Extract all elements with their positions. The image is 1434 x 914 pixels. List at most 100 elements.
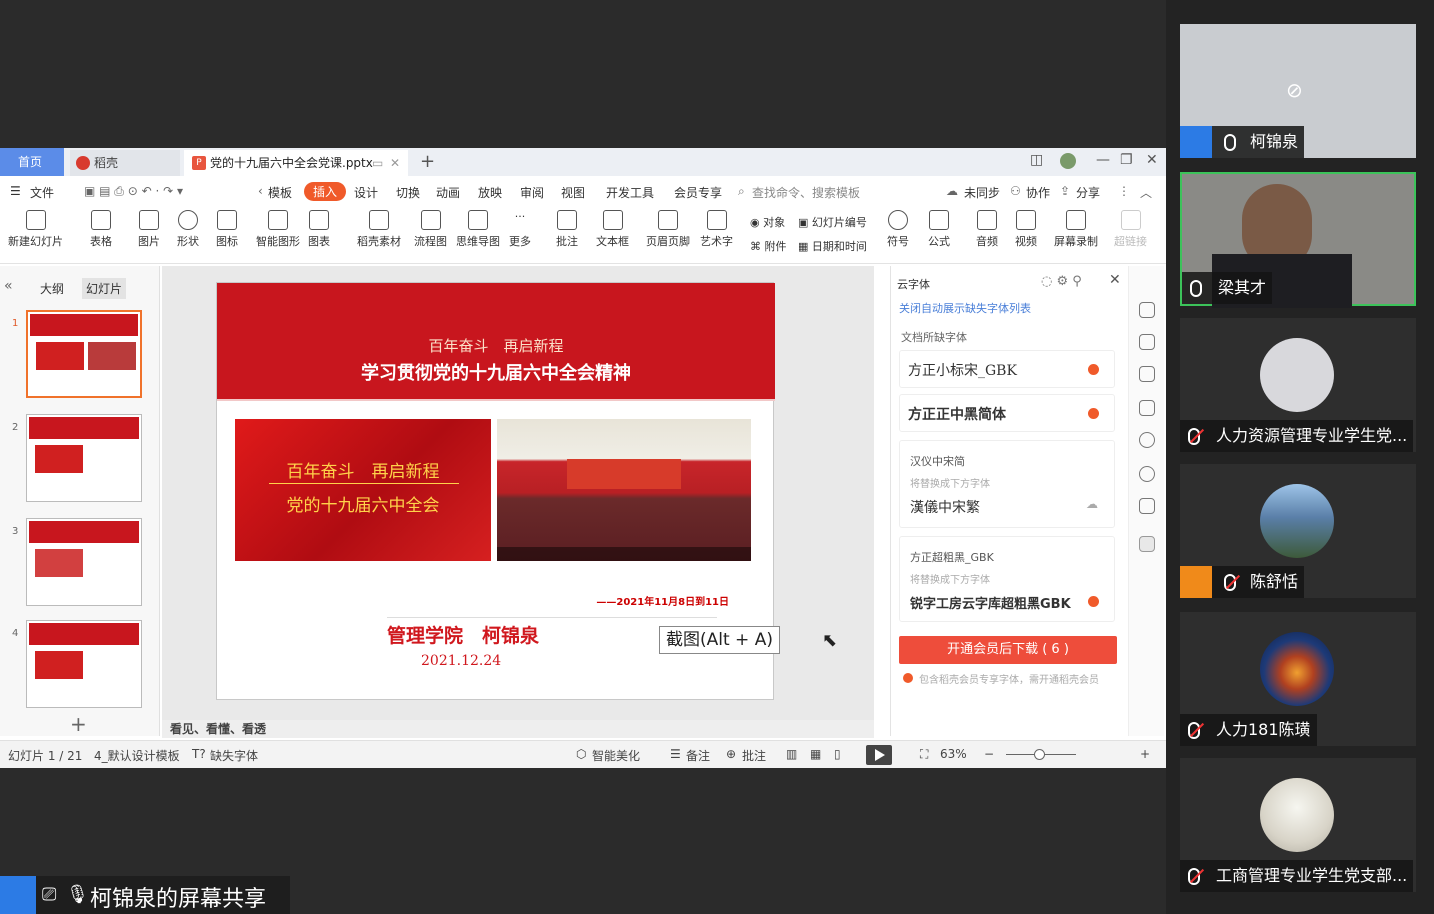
screen-record-button[interactable]: 屏幕录制 xyxy=(1054,210,1098,249)
new-tab-icon[interactable]: + xyxy=(420,151,435,172)
font-replace-item[interactable]: 汉仪中宋简 将替换成下方字体 漢儀中宋繁 ☁ xyxy=(899,440,1115,528)
menu-insert[interactable]: 插入 xyxy=(304,182,347,201)
attachment-button[interactable]: ⌘ 附件 xyxy=(750,238,787,254)
shape-button[interactable]: 形状 xyxy=(177,210,199,249)
video-controls[interactable] xyxy=(497,547,751,561)
table-button[interactable]: 表格 xyxy=(90,210,112,249)
collapse-panel-icon[interactable]: « xyxy=(4,278,13,294)
text-icon[interactable] xyxy=(1139,536,1155,552)
smart-beautify-button[interactable]: 智能美化 xyxy=(592,747,640,764)
slide-thumbnail-2[interactable] xyxy=(26,414,142,502)
tab-daoke[interactable]: 稻壳 xyxy=(70,150,180,176)
slide-number-button[interactable]: ▣ 幻灯片编号 xyxy=(798,214,867,230)
zoom-in-icon[interactable]: + xyxy=(1140,747,1150,761)
participant-tile[interactable]: ⊘ 柯锦泉 xyxy=(1180,24,1416,158)
menu-member[interactable]: 会员专享 xyxy=(674,184,722,201)
add-slide-icon[interactable]: + xyxy=(70,712,87,736)
search-command-input[interactable]: 查找命令、搜索模板 xyxy=(752,184,860,201)
smartart-button[interactable]: 智能图形 xyxy=(256,210,300,249)
rocket-icon[interactable] xyxy=(1139,302,1155,318)
tab-close-icon[interactable]: ✕ xyxy=(390,150,400,176)
menu-scroll-left-icon[interactable]: ‹ xyxy=(258,184,263,198)
avatar[interactable] xyxy=(1060,153,1076,169)
copy-icon[interactable] xyxy=(1139,400,1155,416)
participant-tile[interactable]: 陈舒恬 xyxy=(1180,464,1416,598)
share-button[interactable]: 分享 xyxy=(1076,184,1100,201)
collab-button[interactable]: 协作 xyxy=(1026,184,1050,201)
menu-transition[interactable]: 切换 xyxy=(396,184,420,201)
daoke-material-button[interactable]: 稻壳素材 xyxy=(357,210,401,249)
comment-button[interactable]: 批注 xyxy=(556,210,578,249)
wordart-button[interactable]: 艺术字 xyxy=(700,210,733,249)
download-after-vip-button[interactable]: 开通会员后下载 ( 6 ) xyxy=(899,636,1117,664)
zoom-out-icon[interactable]: − xyxy=(984,747,994,761)
picture-button[interactable]: 图片 xyxy=(138,210,160,249)
symbol-button[interactable]: 符号 xyxy=(887,210,909,249)
formula-button[interactable]: 公式 xyxy=(928,210,950,249)
settings-icon[interactable] xyxy=(1139,498,1155,514)
slide-thumbnail-3[interactable] xyxy=(26,518,142,606)
notes-button[interactable]: 备注 xyxy=(686,747,710,764)
audio-button[interactable]: 音频 xyxy=(976,210,998,249)
tab-slides[interactable]: 幻灯片 xyxy=(82,278,127,299)
star-icon[interactable] xyxy=(1139,366,1155,382)
font-item[interactable]: 方正小标宋_GBK xyxy=(899,350,1115,388)
help-icon[interactable] xyxy=(1139,432,1155,448)
menu-template[interactable]: 模板 xyxy=(268,184,292,201)
tab-document[interactable]: P 党的十九届六中全会党课.pptx ▭ ✕ xyxy=(184,150,408,176)
menu-slideshow[interactable]: 放映 xyxy=(478,184,502,201)
icon-button[interactable]: 图标 xyxy=(216,210,238,249)
quick-access-icons[interactable]: ▣ ▤ ⎙ ⊙ ↶ · ↷ ▾ xyxy=(84,184,183,199)
menu-design[interactable]: 设计 xyxy=(354,184,378,201)
close-icon[interactable]: ✕ xyxy=(1146,152,1158,168)
sorter-view-icon[interactable]: ▦ xyxy=(810,747,821,761)
tab-pin-icon[interactable]: ▭ xyxy=(372,150,383,176)
menu-animation[interactable]: 动画 xyxy=(436,184,460,201)
hyperlink-button[interactable]: 超链接 xyxy=(1114,210,1147,249)
zoom-slider-handle[interactable] xyxy=(1034,749,1045,760)
comment-button[interactable]: 批注 xyxy=(742,747,766,764)
chart-button[interactable]: 图表 xyxy=(308,210,330,249)
restore-icon[interactable]: ❐ xyxy=(1120,152,1133,168)
participant-tile[interactable]: 梁其才 xyxy=(1180,172,1416,308)
close-auto-list-link[interactable]: 关闭自动展示缺失字体列表 xyxy=(899,300,1031,316)
speaker-notes[interactable]: 看见、看懂、看透 xyxy=(162,720,874,738)
fit-window-icon[interactable]: ⛶ xyxy=(920,747,928,762)
flowchart-button[interactable]: 流程图 xyxy=(414,210,447,249)
more-button[interactable]: ··· 更多 xyxy=(509,210,531,249)
more-icon[interactable]: ⋮ xyxy=(1118,184,1130,198)
slide-thumbnail-4[interactable] xyxy=(26,620,142,708)
missing-font-button[interactable]: 缺失字体 xyxy=(210,747,258,764)
play-slideshow-button[interactable] xyxy=(866,745,892,765)
mindmap-button[interactable]: 思维导图 xyxy=(456,210,500,249)
adjust-icon[interactable] xyxy=(1139,334,1155,350)
font-replace-item[interactable]: 方正超粗黑_GBK 将替换成下方字体 锐字工房云字库超粗黑GBK xyxy=(899,536,1115,622)
slide-thumbnail-1[interactable] xyxy=(26,310,142,398)
zoom-level[interactable]: 63% xyxy=(940,747,967,761)
participant-tile[interactable]: 人力资源管理专业学生党... xyxy=(1180,318,1416,452)
compass-icon[interactable] xyxy=(1139,466,1155,482)
layout-icon[interactable]: ◫ xyxy=(1030,152,1043,168)
hamburger-icon[interactable]: ☰ xyxy=(10,184,21,198)
participant-tile[interactable]: 人力181陈璜 xyxy=(1180,612,1416,746)
menu-review[interactable]: 审阅 xyxy=(520,184,544,201)
new-slide-button[interactable]: 新建幻灯片 xyxy=(8,210,63,249)
cloud-download-icon[interactable]: ☁ xyxy=(1086,497,1098,511)
template-name[interactable]: 4_默认设计模板 xyxy=(94,747,180,764)
font-item[interactable]: 方正正中黑简体 xyxy=(899,394,1115,432)
minimize-icon[interactable]: — xyxy=(1096,152,1110,168)
sync-status[interactable]: 未同步 xyxy=(964,184,1000,201)
video-button[interactable]: 视频 xyxy=(1015,210,1037,249)
close-panel-icon[interactable]: ✕ xyxy=(1109,272,1121,288)
collapse-ribbon-icon[interactable]: ︿ xyxy=(1140,184,1152,201)
reading-view-icon[interactable]: ▯ xyxy=(834,747,841,761)
menu-dev-tools[interactable]: 开发工具 xyxy=(606,184,654,201)
datetime-button[interactable]: ▦ 日期和时间 xyxy=(798,238,867,254)
session-hall-video[interactable] xyxy=(497,419,751,561)
tab-outline[interactable]: 大纲 xyxy=(40,280,64,297)
normal-view-icon[interactable]: ▥ xyxy=(786,747,797,761)
participant-tile[interactable]: 工商管理专业学生党支部... xyxy=(1180,758,1416,892)
tab-home[interactable]: 首页 xyxy=(0,148,64,176)
header-footer-button[interactable]: 页眉页脚 xyxy=(646,210,690,249)
object-button[interactable]: ◉ 对象 xyxy=(750,214,785,230)
